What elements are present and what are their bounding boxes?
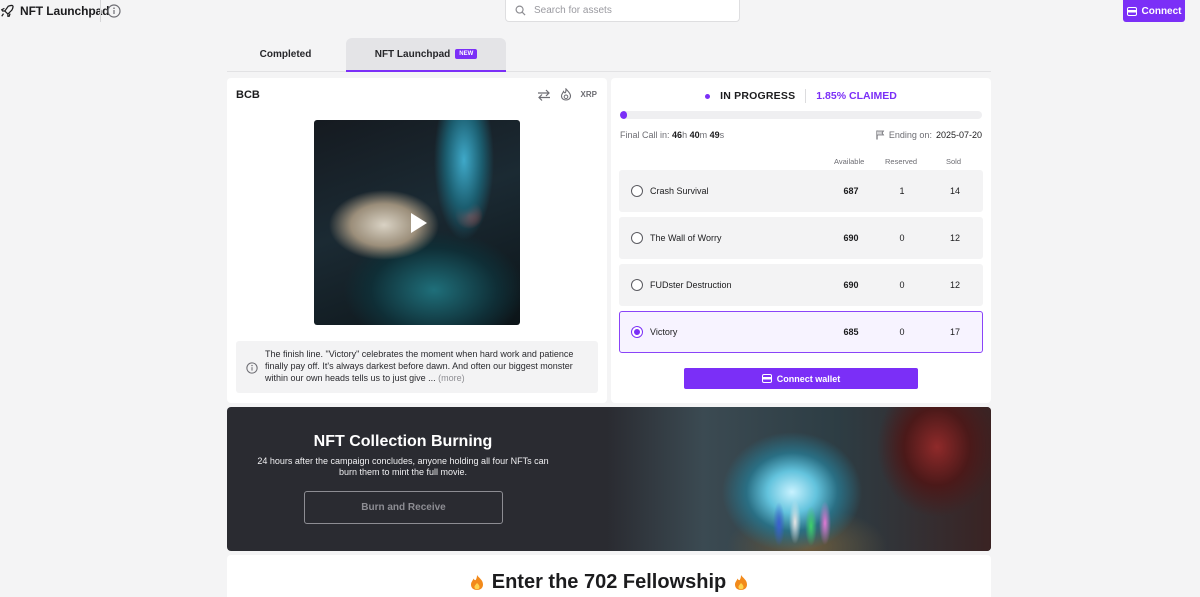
option-fudster-destruction[interactable]: FUDster Destruction 690 0 12: [619, 264, 983, 306]
info-icon[interactable]: [107, 4, 121, 18]
flag-icon: [876, 130, 885, 140]
option-name: Victory: [650, 327, 678, 337]
swap-icon[interactable]: [537, 89, 551, 101]
tab-nft-launchpad[interactable]: NFT Launchpad NEW: [346, 38, 506, 72]
banner-figures: [767, 492, 837, 547]
countdown-hours: 46: [672, 130, 683, 140]
column-available: Available: [834, 157, 865, 166]
more-link[interactable]: (more): [438, 373, 465, 383]
network-label: XRP: [580, 90, 597, 99]
tab-completed-label: Completed: [259, 49, 312, 60]
option-sold: 12: [949, 233, 960, 243]
burn-subtitle: 24 hours after the campaign concludes, a…: [257, 456, 549, 477]
sale-card: IN PROGRESS 1.85% CLAIMED Final Call in:…: [611, 78, 991, 403]
search-icon: [515, 5, 526, 16]
banner-artwork: [607, 407, 991, 551]
option-sold: 14: [949, 186, 960, 196]
search-bar[interactable]: Search for assets: [505, 0, 740, 22]
countdown-seconds: 49: [709, 130, 720, 140]
tab-completed[interactable]: Completed: [227, 38, 344, 71]
fellowship-heading: Enter the 702 Fellowship: [227, 571, 991, 594]
option-victory[interactable]: Victory 685 0 17: [619, 311, 983, 353]
countdown-minutes: 40: [689, 130, 700, 140]
option-available: 687: [843, 186, 859, 196]
option-available: 690: [843, 233, 859, 243]
play-icon[interactable]: [411, 213, 427, 233]
burn-and-receive-button[interactable]: Burn and Receive: [304, 491, 503, 524]
video-thumbnail[interactable]: [314, 120, 520, 325]
ending-label: Ending on:: [888, 130, 932, 140]
ending-date: Ending on: 2025-07-20: [876, 130, 982, 140]
radio-button[interactable]: [631, 326, 643, 338]
connect-wallet-label: Connect wallet: [776, 373, 841, 384]
connect-wallet-button[interactable]: Connect wallet: [684, 368, 918, 389]
app-title: NFT Launchpad: [20, 4, 110, 18]
collection-actions: XRP: [537, 88, 597, 101]
option-sold: 12: [949, 280, 960, 290]
tab-bar: Completed NFT Launchpad NEW: [227, 38, 991, 72]
fellowship-title: Enter the 702 Fellowship: [491, 571, 727, 593]
option-name: Crash Survival: [650, 186, 709, 196]
option-wall-of-worry[interactable]: The Wall of Worry 690 0 12: [619, 217, 983, 259]
option-reserved: 1: [899, 186, 905, 196]
wallet-icon: [761, 374, 772, 383]
connect-button-label: Connect: [1141, 5, 1182, 17]
ending-date-value: 2025-07-20: [935, 130, 982, 140]
description-text: The finish line. "Victory" celebrates th…: [265, 349, 574, 383]
option-reserved: 0: [899, 280, 905, 290]
fire-icon: [470, 575, 483, 590]
option-name: The Wall of Worry: [650, 233, 722, 243]
burn-button-label: Burn and Receive: [361, 502, 446, 513]
option-sold: 17: [949, 327, 960, 337]
burn-banner: NFT Collection Burning 24 hours after th…: [227, 407, 991, 551]
radio-button[interactable]: [631, 185, 643, 197]
status-row: IN PROGRESS 1.85% CLAIMED: [611, 89, 991, 103]
column-reserved: Reserved: [885, 157, 918, 166]
option-reserved: 0: [899, 327, 905, 337]
column-headers: Available Reserved Sold: [611, 157, 991, 167]
radio-button[interactable]: [631, 279, 643, 291]
option-reserved: 0: [899, 233, 905, 243]
info-icon: [246, 362, 258, 374]
flame-icon[interactable]: [560, 88, 572, 101]
status-text: IN PROGRESS: [720, 90, 796, 102]
option-name: FUDster Destruction: [650, 280, 732, 290]
option-available: 690: [843, 280, 859, 290]
progress-fill: [620, 111, 628, 119]
wallet-icon: [1126, 6, 1137, 16]
divider: [805, 89, 807, 103]
column-sold: Sold: [946, 157, 962, 166]
progress-bar: [620, 111, 982, 119]
final-call: Final Call in: 46h 40m 49s: [620, 130, 725, 140]
fire-icon: [735, 575, 748, 590]
final-call-label: Final Call in:: [620, 130, 670, 140]
option-available: 685: [843, 327, 859, 337]
collection-name: BCB: [236, 89, 260, 101]
search-input[interactable]: Search for assets: [534, 5, 612, 16]
top-bar: NFT Launchpad Search for assets Connect: [0, 0, 1200, 22]
connect-button[interactable]: Connect: [1123, 0, 1185, 22]
radio-button[interactable]: [631, 232, 643, 244]
claimed-percentage: 1.85% CLAIMED: [816, 90, 897, 102]
burn-title: NFT Collection Burning: [313, 433, 493, 450]
divider: [100, 0, 101, 22]
description-box: The finish line. "Victory" celebrates th…: [236, 341, 598, 393]
fellowship-section: Enter the 702 Fellowship: [227, 555, 991, 597]
status-dot: [705, 93, 711, 99]
brand[interactable]: NFT Launchpad: [0, 2, 109, 20]
option-crash-survival[interactable]: Crash Survival 687 1 14: [619, 170, 983, 212]
rocket-icon: [0, 4, 14, 17]
new-badge: NEW: [455, 49, 478, 59]
collection-card: BCB XRP The finish line. "Victory" celeb…: [227, 78, 607, 403]
tab-nft-launchpad-label: NFT Launchpad: [374, 48, 451, 60]
